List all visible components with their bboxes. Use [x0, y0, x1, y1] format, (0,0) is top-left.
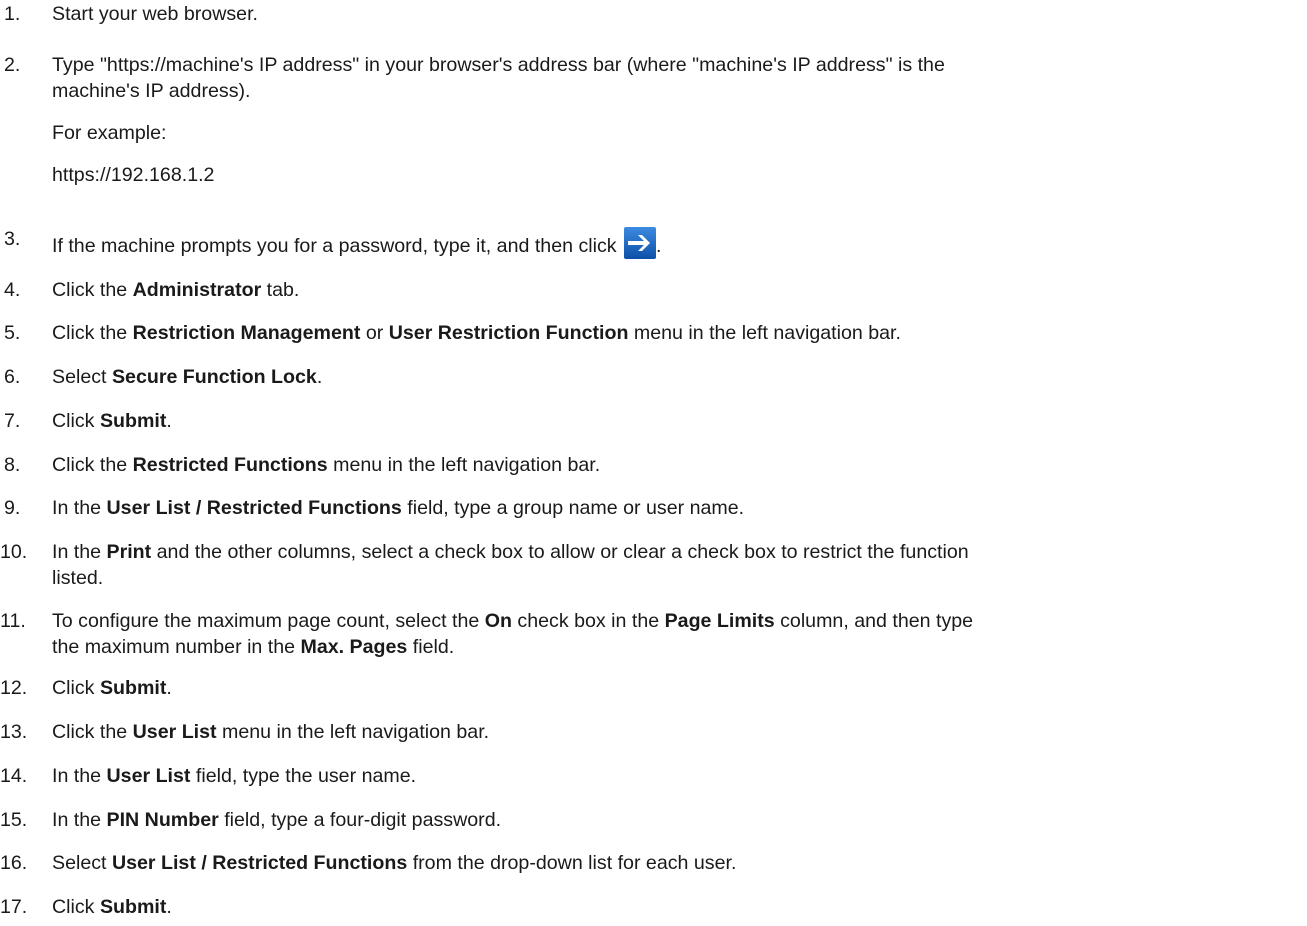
step-number: 9.: [4, 497, 21, 520]
ui-term: Restriction Management: [132, 322, 361, 345]
ui-term: User List: [132, 721, 217, 744]
ui-term: Submit: [99, 409, 167, 432]
step-text: the maximum number in the: [52, 635, 301, 658]
step-text: Click: [52, 896, 100, 918]
example-url: https://192.168.1.2: [52, 163, 215, 186]
step-text: menu in the left navigation bar.: [327, 453, 601, 476]
step-text: check box in the: [511, 609, 665, 632]
ui-term: Restricted Functions: [132, 453, 328, 476]
step-text: Select: [52, 852, 112, 875]
step-text: field, type a four-digit password.: [218, 808, 502, 831]
go-arrow-icon: [624, 226, 657, 259]
step-number: 1.: [4, 3, 21, 25]
step-number: 3.: [4, 227, 21, 250]
step-text: Click the: [52, 453, 133, 476]
step-text: Start your web browser.: [52, 3, 258, 25]
ui-term: Page Limits: [664, 609, 775, 632]
step-text: .: [166, 677, 172, 700]
ui-term: Submit: [99, 896, 167, 918]
ui-term: Submit: [99, 677, 167, 700]
step-number: 14.: [0, 764, 28, 787]
step-text: from the drop-down list for each user.: [407, 852, 737, 875]
step-text: tab.: [261, 278, 300, 301]
step-text: In the: [52, 540, 107, 563]
ui-term: Print: [106, 540, 152, 563]
ui-term: PIN Number: [106, 808, 219, 831]
example-label: For example:: [52, 121, 167, 144]
step-text: In the: [52, 497, 107, 520]
ui-term: On: [484, 609, 512, 632]
step-text: column, and then type: [774, 609, 974, 632]
step-text: field.: [407, 635, 455, 658]
step-number: 7.: [4, 409, 21, 432]
step-text: Click the: [52, 322, 133, 345]
step-text: Click the: [52, 721, 133, 744]
step-number: 10.: [0, 540, 28, 563]
step-text: field, type a group name or user name.: [401, 497, 745, 520]
step-text: .: [166, 896, 172, 918]
step-text: In the: [52, 764, 107, 787]
step-text-continued: machine's IP address).: [52, 79, 251, 102]
step-number: 5.: [4, 322, 21, 345]
step-text-end: .: [656, 234, 662, 257]
step-text: In the: [52, 808, 107, 831]
step-text: and the other columns, select a check bo…: [151, 540, 969, 563]
step-number: 8.: [4, 453, 21, 476]
step-text: Click the: [52, 278, 133, 301]
ui-term: User List / Restricted Functions: [106, 497, 402, 520]
step-number: 16.: [0, 852, 28, 875]
step-text: Click: [52, 677, 100, 700]
step-number: 12.: [0, 677, 28, 700]
ui-term: Secure Function Lock: [111, 366, 317, 389]
step-text: If the machine prompts you for a passwor…: [52, 234, 617, 257]
step-number: 15.: [0, 808, 28, 831]
step-number: 11.: [0, 609, 26, 632]
step-number: 13.: [0, 721, 28, 744]
ui-term: User List: [106, 764, 191, 787]
step-text: menu in the left navigation bar.: [628, 322, 901, 345]
step-text: field, type the user name.: [190, 764, 417, 787]
step-text: menu in the left navigation bar.: [216, 721, 490, 744]
step-text: .: [316, 366, 323, 389]
step-text: Type "https://machine's IP address" in y…: [52, 53, 945, 76]
step-text: To configure the maximum page count, sel…: [52, 609, 485, 632]
step-number: 4.: [4, 278, 21, 301]
step-text: .: [166, 409, 172, 432]
ui-term: User Restriction Function: [388, 322, 629, 345]
ui-term: Administrator: [132, 278, 262, 301]
step-text: Click: [52, 409, 100, 432]
ui-term: Max. Pages: [300, 635, 408, 658]
step-number: 6.: [4, 366, 21, 389]
step-text: Select: [52, 366, 112, 389]
ui-term: User List / Restricted Functions: [111, 852, 408, 875]
step-text-continued: listed.: [52, 566, 104, 589]
step-text: or: [360, 322, 389, 345]
step-number: 17.: [0, 896, 28, 918]
step-number: 2.: [4, 53, 21, 76]
